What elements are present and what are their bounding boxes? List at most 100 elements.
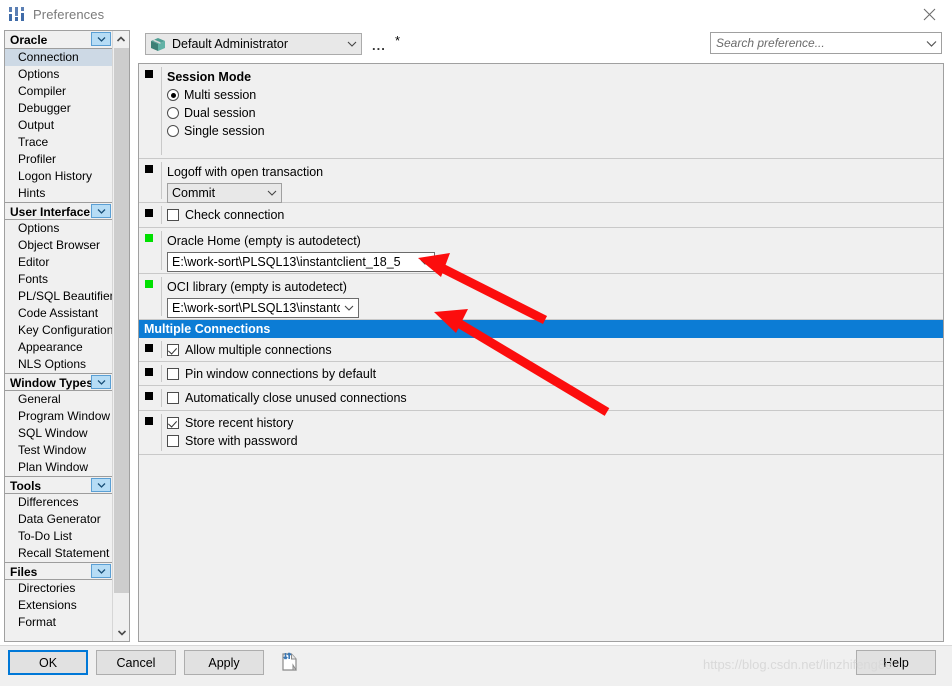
sidebar-item-nls-options[interactable]: NLS Options (5, 356, 113, 373)
sidebar-item-appearance[interactable]: Appearance (5, 339, 113, 356)
sidebar-item-hints[interactable]: Hints (5, 185, 113, 202)
sidebar-item-plan-window[interactable]: Plan Window (5, 459, 113, 476)
search-preference-box[interactable] (710, 32, 942, 54)
sidebar-item-extensions[interactable]: Extensions (5, 597, 113, 614)
sidebar-item-plsql-beautifier[interactable]: PL/SQL Beautifier (5, 288, 113, 305)
scrollbar-thumb[interactable] (114, 48, 129, 593)
sidebar-group-user-interface[interactable]: User Interface (5, 202, 113, 220)
scroll-down-icon[interactable] (114, 624, 129, 641)
sidebar-item-format[interactable]: Format (5, 614, 113, 631)
ok-button[interactable]: OK (8, 650, 88, 675)
sidebar-item-general[interactable]: General (5, 391, 113, 408)
setting-state-marker (145, 280, 153, 288)
sidebar-group-label: User Interface (10, 205, 91, 219)
checkbox-pin-window-connections[interactable]: Pin window connections by default (167, 365, 943, 383)
sidebar-scrollbar[interactable] (112, 31, 129, 641)
radio-icon[interactable] (167, 89, 179, 101)
checkbox-allow-multiple-connections[interactable]: Allow multiple connections (167, 341, 943, 359)
oracle-home-label: Oracle Home (empty is autodetect) (167, 234, 361, 248)
cancel-button[interactable]: Cancel (96, 650, 176, 675)
checkbox-store-recent-history[interactable]: Store recent history (167, 414, 943, 432)
radio-dual-session[interactable]: Dual session (167, 104, 943, 122)
radio-multi-session[interactable]: Multi session (167, 86, 943, 104)
divider (161, 389, 162, 407)
sidebar-group-files[interactable]: Files (5, 562, 113, 580)
checkbox-check-connection[interactable]: Check connection (167, 206, 943, 224)
chevron-down-icon[interactable] (263, 190, 281, 196)
checkbox-icon[interactable] (167, 344, 179, 356)
sidebar-item-program-window[interactable]: Program Window (5, 408, 113, 425)
radio-label: Multi session (184, 88, 257, 102)
sliders-icon (8, 6, 26, 22)
sidebar-item-connection[interactable]: Connection (5, 49, 113, 66)
checkbox-label: Pin window connections by default (185, 367, 377, 381)
oracle-home-combo[interactable]: E:\work-sort\PLSQL13\instantclient_18_5 (167, 252, 435, 272)
sidebar-item-fonts[interactable]: Fonts (5, 271, 113, 288)
sidebar-item-ui-options[interactable]: Options (5, 220, 113, 237)
setting-state-marker (145, 392, 153, 400)
profile-more-button[interactable]: ... (372, 38, 386, 53)
sidebar-group-tools[interactable]: Tools (5, 476, 113, 494)
sidebar-item-differences[interactable]: Differences (5, 494, 113, 511)
logoff-select[interactable]: Commit (167, 183, 282, 203)
chevron-down-icon[interactable] (91, 32, 111, 46)
sidebar-item-object-browser[interactable]: Object Browser (5, 237, 113, 254)
sidebar-group-window-types[interactable]: Window Types (5, 373, 113, 391)
sidebar-item-profiler[interactable]: Profiler (5, 151, 113, 168)
logoff-label: Logoff with open transaction (167, 165, 324, 179)
chevron-down-icon[interactable] (91, 564, 111, 578)
radio-single-session[interactable]: Single session (167, 122, 943, 140)
chevron-down-icon[interactable] (343, 41, 361, 47)
checkbox-icon[interactable] (167, 417, 179, 429)
sidebar-item-code-assistant[interactable]: Code Assistant (5, 305, 113, 322)
radio-icon[interactable] (167, 107, 179, 119)
checkbox-icon[interactable] (167, 435, 179, 447)
sidebar-item-directories[interactable]: Directories (5, 580, 113, 597)
sidebar-item-logon-history[interactable]: Logon History (5, 168, 113, 185)
preferences-category-tree[interactable]: Oracle Connection Options Compiler Debug… (4, 30, 130, 642)
setting-state-marker (145, 344, 153, 352)
chevron-down-icon[interactable] (91, 375, 111, 389)
sidebar-item-sql-window[interactable]: SQL Window (5, 425, 113, 442)
sidebar-item-output[interactable]: Output (5, 117, 113, 134)
checkbox-label: Automatically close unused connections (185, 391, 407, 405)
sidebar-group-oracle[interactable]: Oracle (5, 31, 113, 49)
chevron-down-icon[interactable] (921, 40, 941, 47)
sidebar-item-recall-statement[interactable]: Recall Statement (5, 545, 113, 562)
help-button[interactable]: Help (856, 650, 936, 675)
sidebar-item-editor[interactable]: Editor (5, 254, 113, 271)
sidebar-item-data-generator[interactable]: Data Generator (5, 511, 113, 528)
logoff-value: Commit (172, 186, 216, 200)
chevron-down-icon[interactable] (91, 204, 111, 218)
import-export-preferences-icon[interactable] (281, 652, 303, 673)
checkbox-auto-close-unused-connections[interactable]: Automatically close unused connections (167, 389, 943, 407)
search-input[interactable] (711, 35, 921, 51)
chevron-down-icon[interactable] (416, 259, 434, 265)
close-icon[interactable] (906, 0, 952, 28)
sidebar-group-label: Window Types (10, 376, 94, 390)
apply-button[interactable]: Apply (184, 650, 264, 675)
profile-select[interactable]: Default Administrator (145, 33, 362, 55)
scroll-up-icon[interactable] (113, 31, 129, 48)
category-list[interactable]: Oracle Connection Options Compiler Debug… (5, 31, 113, 641)
checkbox-store-with-password[interactable]: Store with password (167, 432, 943, 450)
checkbox-icon[interactable] (167, 392, 179, 404)
sidebar-group-label: Oracle (10, 33, 48, 47)
divider (161, 231, 162, 270)
chevron-down-icon[interactable] (340, 305, 358, 311)
sidebar-group-label: Files (10, 565, 38, 579)
sidebar-item-to-do-list[interactable]: To-Do List (5, 528, 113, 545)
chevron-down-icon[interactable] (91, 478, 111, 492)
oci-library-combo[interactable]: E:\work-sort\PLSQL13\instantclient_18_5\… (167, 298, 359, 318)
sidebar-item-trace[interactable]: Trace (5, 134, 113, 151)
radio-icon[interactable] (167, 125, 179, 137)
sidebar-item-options[interactable]: Options (5, 66, 113, 83)
setting-allow-multiple-connections: Allow multiple connections (139, 338, 943, 362)
checkbox-icon[interactable] (167, 209, 179, 221)
sidebar-item-compiler[interactable]: Compiler (5, 83, 113, 100)
sidebar-item-key-configuration[interactable]: Key Configuration (5, 322, 113, 339)
sidebar-item-debugger[interactable]: Debugger (5, 100, 113, 117)
sidebar-item-test-window[interactable]: Test Window (5, 442, 113, 459)
checkbox-icon[interactable] (167, 368, 179, 380)
setting-auto-close-unused: Automatically close unused connections (139, 386, 943, 411)
